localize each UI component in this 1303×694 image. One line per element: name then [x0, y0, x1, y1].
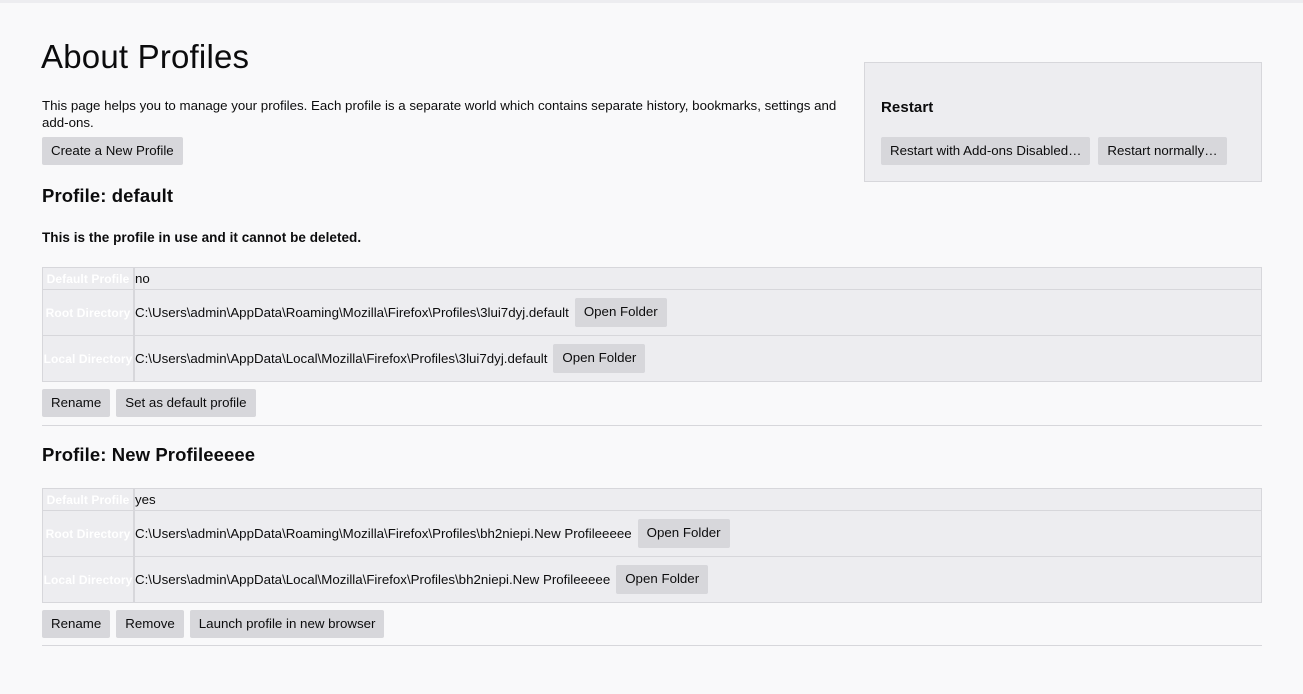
profile-details-table: Default Profile yes Root Directory C:\Us…: [42, 488, 1262, 603]
profile-details-table: Default Profile no Root Directory C:\Use…: [42, 267, 1262, 382]
profile-section-new-profileeeee: Profile: New Profileeeee Default Profile…: [42, 444, 1262, 639]
root-directory-path: C:\Users\admin\AppData\Roaming\Mozilla\F…: [135, 525, 632, 541]
profile-section-default: Profile: default This is the profile in …: [42, 185, 1262, 418]
table-row: Default Profile no: [42, 267, 1262, 290]
profile-heading: Profile: New Profileeeee: [42, 444, 256, 465]
row-label-default-profile: Default Profile: [42, 488, 134, 511]
restart-panel-buttons: Restart with Add-ons Disabled… Restart n…: [881, 137, 1227, 166]
row-label-default-profile: Default Profile: [42, 267, 134, 290]
table-row: Default Profile yes: [42, 488, 1262, 511]
section-divider-1: [42, 425, 1262, 426]
create-profile-container: Create a New Profile: [42, 137, 183, 166]
table-row: Root Directory C:\Users\admin\AppData\Ro…: [42, 511, 1262, 557]
table-row: Local Directory C:\Users\admin\AppData\L…: [42, 557, 1262, 603]
row-value-root-directory: C:\Users\admin\AppData\Roaming\Mozilla\F…: [134, 290, 1262, 336]
open-folder-button-local[interactable]: Open Folder: [616, 565, 709, 594]
restart-panel: Restart Restart with Add-ons Disabled… R…: [864, 62, 1262, 182]
about-profiles-page: About Profiles This page helps you to ma…: [0, 3, 1303, 694]
profile-heading: Profile: default: [42, 185, 174, 206]
row-value-local-directory: C:\Users\admin\AppData\Local\Mozilla\Fir…: [134, 557, 1262, 603]
open-folder-button-local[interactable]: Open Folder: [553, 344, 646, 373]
profile-action-buttons: Rename Remove Launch profile in new brow…: [42, 603, 1262, 639]
row-value-default-profile: no: [134, 267, 1262, 290]
table-row: Local Directory C:\Users\admin\AppData\L…: [42, 336, 1262, 382]
launch-profile-in-new-browser-button[interactable]: Launch profile in new browser: [189, 610, 385, 639]
local-directory-path: C:\Users\admin\AppData\Local\Mozilla\Fir…: [135, 350, 548, 366]
remove-profile-button[interactable]: Remove: [116, 610, 184, 639]
page-intro-text: This page helps you to manage your profi…: [42, 98, 837, 130]
restart-with-addons-disabled-button[interactable]: Restart with Add-ons Disabled…: [881, 137, 1091, 166]
rename-profile-button[interactable]: Rename: [42, 389, 111, 418]
row-value-local-directory: C:\Users\admin\AppData\Local\Mozilla\Fir…: [134, 336, 1262, 382]
create-new-profile-button[interactable]: Create a New Profile: [42, 137, 183, 166]
row-label-root-directory: Root Directory: [42, 290, 134, 336]
open-folder-button-root[interactable]: Open Folder: [637, 519, 730, 548]
row-label-local-directory: Local Directory: [42, 557, 134, 603]
page-title: About Profiles: [41, 38, 250, 75]
root-directory-path: C:\Users\admin\AppData\Roaming\Mozilla\F…: [135, 304, 569, 320]
section-divider-2: [42, 645, 1262, 646]
open-folder-button-root[interactable]: Open Folder: [574, 298, 667, 327]
row-value-root-directory: C:\Users\admin\AppData\Roaming\Mozilla\F…: [134, 511, 1262, 557]
rename-profile-button[interactable]: Rename: [42, 610, 111, 639]
row-label-local-directory: Local Directory: [42, 336, 134, 382]
row-value-default-profile: yes: [134, 488, 1262, 511]
set-as-default-profile-button[interactable]: Set as default profile: [116, 389, 256, 418]
local-directory-path: C:\Users\admin\AppData\Local\Mozilla\Fir…: [135, 571, 611, 587]
restart-normally-button[interactable]: Restart normally…: [1098, 137, 1227, 166]
profile-action-buttons: Rename Set as default profile: [42, 382, 1262, 418]
table-row: Root Directory C:\Users\admin\AppData\Ro…: [42, 290, 1262, 336]
profile-in-use-note: This is the profile in use and it cannot…: [42, 230, 362, 245]
restart-panel-title: Restart: [881, 99, 934, 116]
row-label-root-directory: Root Directory: [42, 511, 134, 557]
